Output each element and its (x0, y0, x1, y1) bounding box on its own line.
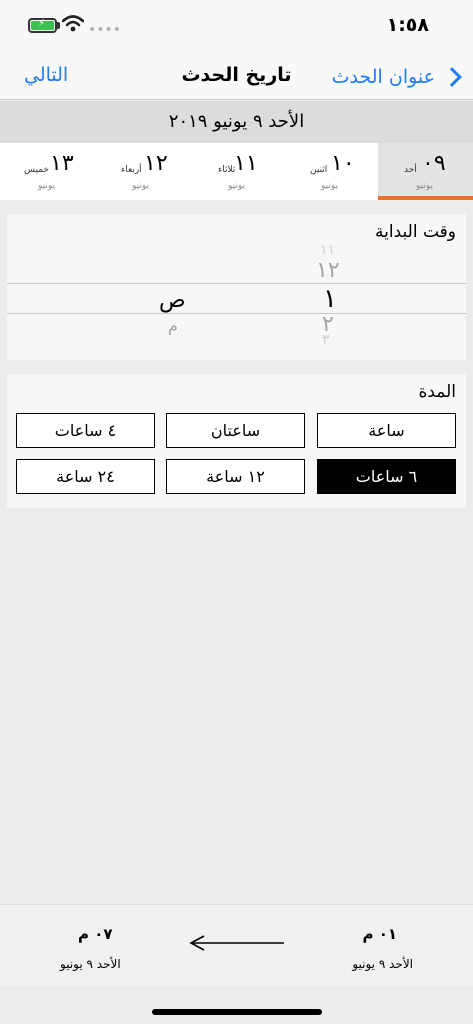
duration-card: المدة ساعة ساعتان ٤ ساعات ٦ ساعات ١٢ ساع… (7, 374, 466, 508)
day-name: اثنين (310, 165, 328, 175)
next-button[interactable]: التالي (24, 64, 68, 86)
day-name: أربعاء (121, 165, 142, 175)
summary-end-date: الأحد ٩ يونيو (60, 957, 121, 971)
day-name: ثلاثاء (218, 165, 236, 175)
duration-label: المدة (418, 382, 456, 402)
day-month: يونيو (132, 181, 150, 191)
day-item-wednesday[interactable]: ١٢ أربعاء يونيو (94, 143, 190, 200)
picker-hour-option[interactable]: ١٢ (316, 258, 340, 283)
summary-start-time: ٠١ م (362, 925, 397, 943)
picker-hour-option[interactable]: ١١ (320, 242, 335, 258)
day-item-tuesday[interactable]: ١١ ثلاثاء يونيو (188, 143, 284, 200)
page-title: تاريخ الحدث (181, 64, 292, 86)
day-month: يونيو (321, 181, 339, 191)
home-indicator[interactable] (152, 1009, 322, 1015)
start-time-label: وقت البداية (375, 222, 456, 242)
wifi-icon (62, 15, 84, 32)
status-bar: ١:٥٨ •••• (0, 0, 473, 52)
day-item-monday[interactable]: ١٠ اثنين يونيو (283, 143, 379, 200)
summary-end-time: ٠٧ م (78, 925, 113, 943)
summary-start-date: الأحد ٩ يونيو (352, 957, 413, 971)
start-time-card: وقت البداية ١١ ١٢ ١ ص ٢ م ٣ (7, 214, 466, 360)
day-number: ٠٩ (422, 151, 446, 176)
duration-2-hours-button[interactable]: ساعتان (166, 413, 305, 448)
picker-period-selected[interactable]: ص (159, 288, 186, 313)
selected-date-header: الأحد ٩ يونيو ٢٠١٩ (0, 101, 473, 143)
day-number: ١٣ (50, 151, 74, 176)
day-name: أحد (404, 165, 417, 175)
picker-period-option[interactable]: م (168, 316, 178, 335)
day-number: ١٠ (331, 151, 355, 176)
day-number: ١١ (234, 151, 258, 176)
picker-hour-option[interactable]: ٣ (322, 332, 330, 348)
day-number: ١٢ (144, 151, 168, 176)
navigation-bar: عنوان الحدث تاريخ الحدث التالي (0, 52, 473, 100)
duration-12-hours-button[interactable]: ١٢ ساعة (166, 459, 305, 494)
day-month: يونيو (416, 181, 434, 191)
day-selector-strip[interactable]: ٠٩ أحد يونيو ١٠ اثنين يونيو ١١ ثلاثاء يو… (0, 143, 473, 200)
day-month: يونيو (228, 181, 246, 191)
cellular-signal-icon: •••• (88, 22, 122, 38)
duration-24-hours-button[interactable]: ٢٤ ساعة (16, 459, 155, 494)
battery-icon (28, 18, 57, 33)
duration-4-hours-button[interactable]: ٤ ساعات (16, 413, 155, 448)
picker-selection-top-line (7, 283, 466, 284)
status-time: ١:٥٨ (386, 14, 429, 36)
duration-6-hours-button[interactable]: ٦ ساعات (317, 459, 456, 494)
day-name: خميس (24, 165, 49, 175)
duration-1-hour-button[interactable]: ساعة (317, 413, 456, 448)
day-item-sunday[interactable]: ٠٩ أحد يونيو (378, 143, 473, 200)
picker-hour-selected[interactable]: ١ (323, 284, 337, 314)
picker-selection-bottom-line (7, 313, 466, 314)
arrow-left-icon (189, 935, 284, 951)
day-item-thursday[interactable]: ١٣ خميس يونيو (0, 143, 96, 200)
day-month: يونيو (38, 181, 56, 191)
battery-cap (57, 22, 60, 29)
